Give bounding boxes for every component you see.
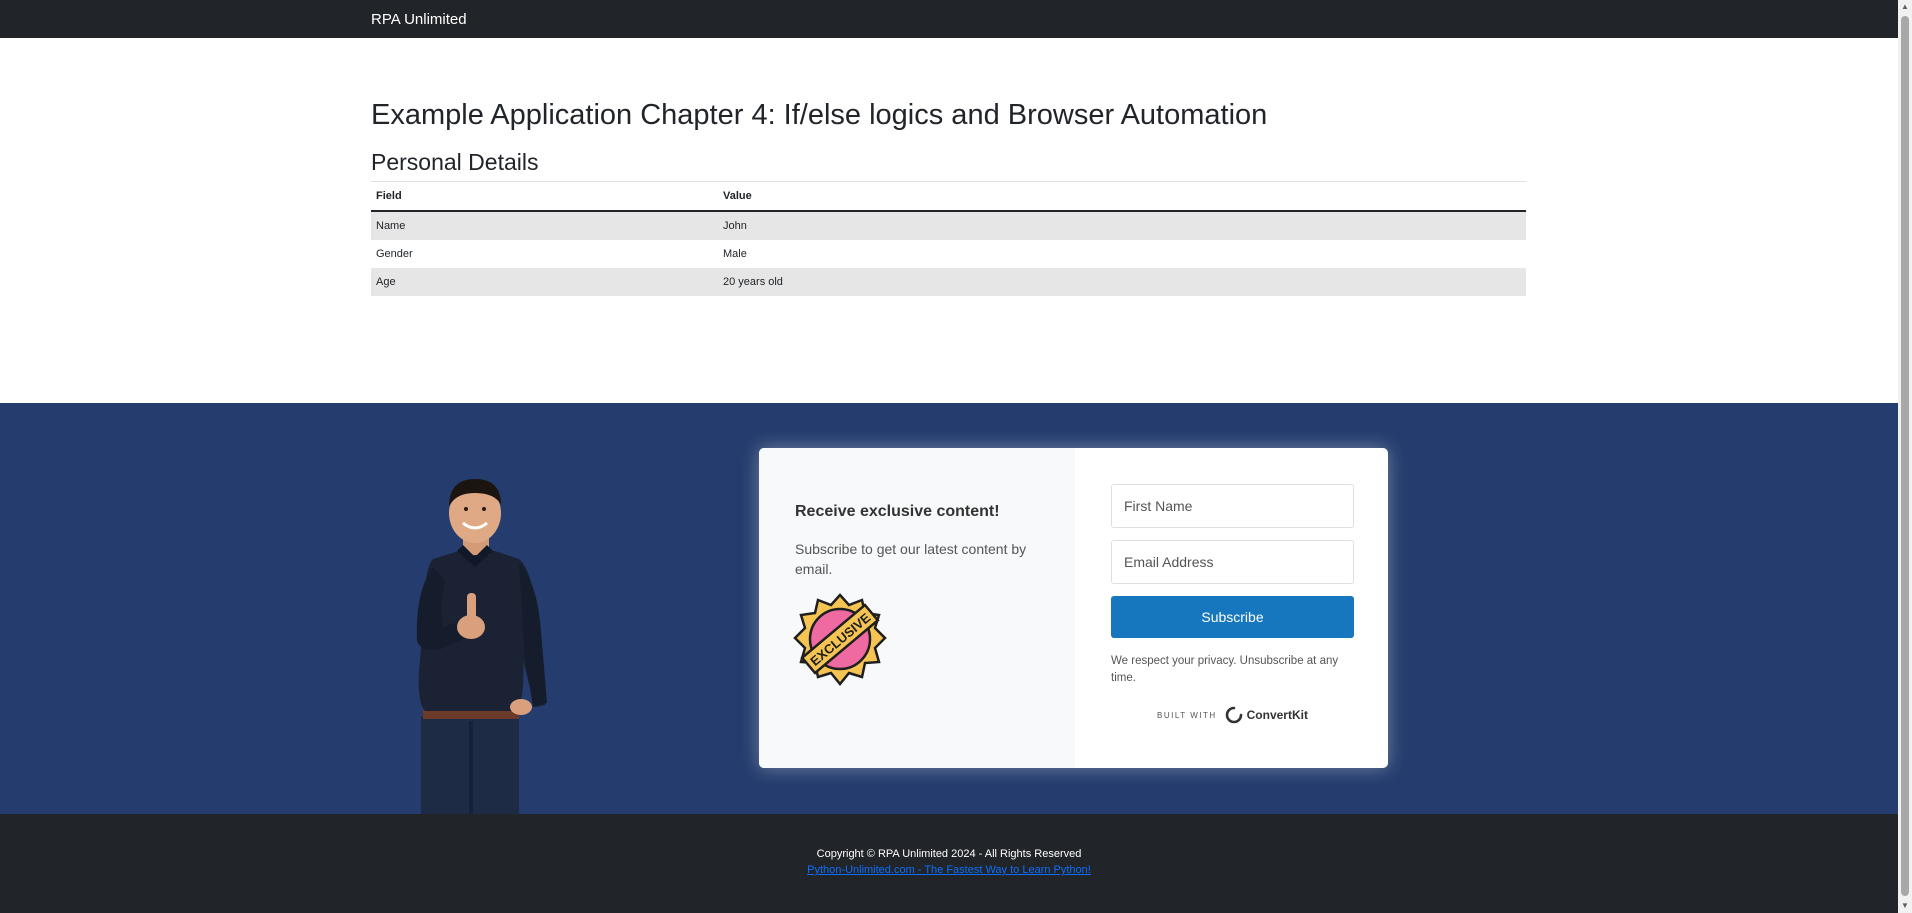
- table-cell-field: Age: [371, 268, 718, 296]
- table-cell-value: John: [718, 211, 1526, 240]
- subscribe-button[interactable]: Subscribe: [1111, 596, 1354, 638]
- footer-link-wrap: Python-Unlimited.com - The Fastest Way t…: [0, 864, 1898, 876]
- navbar-brand-link[interactable]: RPA Unlimited: [371, 11, 467, 28]
- newsletter-info-panel: Receive exclusive content! Subscribe to …: [759, 448, 1075, 768]
- author-photo: [416, 479, 547, 814]
- page-scrollbar[interactable]: ▲ ▼: [1898, 0, 1912, 913]
- newsletter-card: Receive exclusive content! Subscribe to …: [759, 448, 1388, 768]
- table-cell-field: Name: [371, 211, 718, 240]
- table-header-field: Field: [371, 181, 718, 212]
- footer-copyright: Copyright © RPA Unlimited 2024 - All Rig…: [816, 848, 1082, 860]
- footer-python-unlimited-link[interactable]: Python-Unlimited.com - The Fastest Way t…: [807, 864, 1091, 876]
- page-title: Example Application Chapter 4: If/else l…: [371, 99, 1268, 131]
- built-with-convertkit-link[interactable]: BUILT WITH ConvertKit: [1111, 706, 1354, 724]
- table-cell-field: Gender: [376, 248, 413, 260]
- convertkit-logo: ConvertKit: [1225, 706, 1308, 724]
- page-footer: Copyright © RPA Unlimited 2024 - All Rig…: [0, 814, 1898, 913]
- newsletter-section: Receive exclusive content! Subscribe to …: [0, 403, 1898, 814]
- table-row: Gender Male: [371, 240, 1526, 268]
- main-content: Example Application Chapter 4: If/else l…: [371, 98, 1526, 296]
- convertkit-name: ConvertKit: [1246, 708, 1308, 722]
- newsletter-form: Subscribe We respect your privacy. Unsub…: [1075, 448, 1388, 768]
- privacy-note: We respect your privacy. Unsubscribe at …: [1111, 655, 1339, 684]
- first-name-field[interactable]: [1111, 484, 1354, 528]
- newsletter-description: Subscribe to get our latest content by e…: [795, 541, 1027, 577]
- exclusive-badge-icon: EXCLUSIVE: [793, 593, 887, 686]
- convertkit-icon: [1225, 706, 1242, 724]
- section-title: Personal Details: [371, 149, 539, 175]
- table-header-row: Field Value: [371, 181, 1526, 212]
- scroll-up-arrow-icon[interactable]: ▲: [1900, 2, 1910, 12]
- table-row: Name John: [371, 211, 1526, 240]
- table-header-value: Value: [718, 181, 1526, 212]
- scrollbar-thumb[interactable]: [1901, 16, 1909, 896]
- top-navbar: RPA Unlimited: [0, 0, 1898, 38]
- table-row: Age 20 years old: [371, 268, 1526, 296]
- table-cell-value: Male: [723, 248, 747, 260]
- newsletter-title: Receive exclusive content!: [795, 503, 1000, 520]
- scroll-down-arrow-icon[interactable]: ▼: [1900, 901, 1910, 911]
- email-field[interactable]: [1111, 540, 1354, 584]
- table-cell-value: 20 years old: [718, 268, 1526, 296]
- built-with-label: BUILT WITH: [1157, 710, 1217, 720]
- personal-details-table: Field Value Name John Gender Male Age 20…: [371, 181, 1526, 296]
